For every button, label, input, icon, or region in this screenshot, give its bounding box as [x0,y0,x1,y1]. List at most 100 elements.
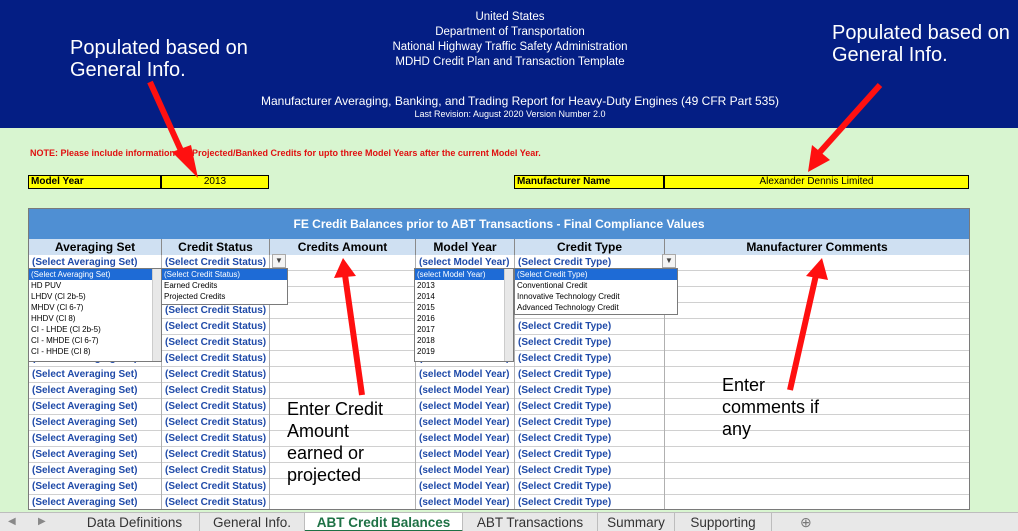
credit-type-cell[interactable]: (Select Credit Type) [515,431,665,447]
dropdown-option[interactable]: CI - HHDE (Cl 8) [29,346,161,357]
averaging-set-cell[interactable]: (Select Averaging Set) [29,431,162,447]
manufacturer-value[interactable]: Alexander Dennis Limited [664,175,969,189]
credit-status-cell[interactable]: (Select Credit Status) [162,495,270,509]
credit-status-cell[interactable]: (Select Credit Status) [162,463,270,479]
dropdown-option[interactable]: HD PUV [29,280,161,291]
averaging-set-cell[interactable]: (Select Averaging Set) [29,415,162,431]
credit-status-cell[interactable]: (Select Credit Status) [162,335,270,351]
dropdown-option[interactable]: 2019 [415,346,513,357]
credit-type-cell[interactable]: (Select Credit Type) [515,447,665,463]
credits-amount-cell[interactable] [270,255,416,271]
credit-type-cell[interactable]: (Select Credit Type) [515,335,665,351]
credits-amount-cell[interactable] [270,303,416,319]
model-year-cell[interactable]: (select Model Year) [416,495,515,509]
credit-status-cell[interactable]: (Select Credit Status) [162,319,270,335]
averaging-set-cell[interactable]: (Select Averaging Set) [29,399,162,415]
model-year-dropdown[interactable]: (select Model Year) 2013 2014 2015 2016 2017 2… [414,268,514,362]
model-year-cell[interactable]: (select Model Year) [416,415,515,431]
credit-type-cell[interactable]: (Select Credit Type) [515,399,665,415]
tab-abt-transactions[interactable]: ABT Transactions [463,513,598,531]
model-year-cell[interactable]: (select Model Year) [416,463,515,479]
dropdown-option[interactable]: (select Model Year) [415,269,513,280]
credits-amount-cell[interactable] [270,271,416,287]
credits-amount-cell[interactable] [270,319,416,335]
dropdown-option[interactable]: CI - LHDE (Cl 2b-5) [29,324,161,335]
dropdown-option[interactable]: 2014 [415,291,513,302]
credit-type-cell[interactable]: (Select Credit Type) [515,383,665,399]
dropdown-option[interactable]: 2016 [415,313,513,324]
tab-summary[interactable]: Summary [598,513,675,531]
dropdown-option[interactable]: CI - MHDE (Cl 6-7) [29,335,161,346]
dropdown-option[interactable]: Earned Credits [162,280,287,291]
comments-cell[interactable] [665,495,969,509]
dropdown-option[interactable]: MHDV (Cl 6-7) [29,302,161,313]
dropdown-option[interactable]: (Select Averaging Set) [29,269,161,280]
comments-cell[interactable] [665,351,969,367]
nav-arrow-icon[interactable]: ◀ [8,516,16,527]
comments-cell[interactable] [665,287,969,303]
dropdown-option[interactable]: (Select Credit Type) [515,269,677,280]
dropdown-option[interactable]: Innovative Technology Credit [515,291,677,302]
credits-amount-cell[interactable] [270,367,416,383]
model-year-cell[interactable]: (select Model Year) [416,383,515,399]
credits-amount-cell[interactable] [270,383,416,399]
dropdown-option[interactable]: Conventional Credit [515,280,677,291]
credit-type-dropdown[interactable]: (Select Credit Type) Conventional Credit I… [514,268,678,315]
dropdown-option[interactable]: HHDV (Cl 8) [29,313,161,324]
dropdown-arrow-icon[interactable]: ▼ [662,254,676,268]
model-year-value[interactable]: 2013 [161,175,269,189]
credit-status-cell[interactable]: (Select Credit Status) [162,479,270,495]
tab-general-info[interactable]: General Info. [200,513,305,531]
credit-status-cell[interactable]: (Select Credit Status) [162,303,270,319]
averaging-set-dropdown[interactable]: (Select Averaging Set) HD PUV LHDV (Cl 2b-… [28,268,162,362]
averaging-set-cell[interactable]: (Select Averaging Set) [29,383,162,399]
comments-cell[interactable] [665,479,969,495]
credit-type-cell[interactable]: (Select Credit Type) [515,415,665,431]
nav-arrow-icon[interactable]: ▶ [38,516,46,527]
comments-cell[interactable] [665,271,969,287]
dropdown-option[interactable]: 2013 [415,280,513,291]
dropdown-option[interactable]: Advanced Technology Credit [515,302,677,313]
dropdown-option[interactable]: 2017 [415,324,513,335]
model-year-cell[interactable]: (select Model Year) [416,447,515,463]
dropdown-option[interactable]: LHDV (Cl 2b-5) [29,291,161,302]
credit-type-cell[interactable]: (Select Credit Type) [515,479,665,495]
credit-status-cell[interactable]: (Select Credit Status) [162,351,270,367]
averaging-set-cell[interactable]: (Select Averaging Set) [29,367,162,383]
comments-cell[interactable] [665,447,969,463]
credit-type-cell[interactable]: (Select Credit Type) [515,319,665,335]
dropdown-scrollbar[interactable] [504,269,513,361]
model-year-cell[interactable]: (select Model Year) [416,479,515,495]
add-sheet-icon[interactable]: ⊕ [800,513,812,531]
averaging-set-cell[interactable]: (Select Averaging Set) [29,479,162,495]
credit-type-cell[interactable]: (Select Credit Type) [515,463,665,479]
comments-cell[interactable] [665,463,969,479]
dropdown-arrow-icon[interactable]: ▼ [272,254,286,268]
comments-cell[interactable] [665,319,969,335]
dropdown-option[interactable]: 2018 [415,335,513,346]
credit-status-dropdown[interactable]: (Select Credit Status) Earned Credits Proj… [161,268,288,305]
tab-abt-credit-balances[interactable]: ABT Credit Balances [305,513,463,531]
dropdown-option[interactable]: 2015 [415,302,513,313]
averaging-set-cell[interactable]: (Select Averaging Set) [29,447,162,463]
averaging-set-cell[interactable]: (Select Averaging Set) [29,463,162,479]
comments-cell[interactable] [665,303,969,319]
credit-status-cell[interactable]: (Select Credit Status) [162,431,270,447]
averaging-set-cell[interactable]: (Select Averaging Set) [29,495,162,509]
model-year-cell[interactable]: (select Model Year) [416,399,515,415]
credit-status-cell[interactable]: (Select Credit Status) [162,367,270,383]
comments-cell[interactable] [665,255,969,271]
credits-amount-cell[interactable] [270,351,416,367]
credits-amount-cell[interactable] [270,287,416,303]
dropdown-option[interactable]: Projected Credits [162,291,287,302]
comments-cell[interactable] [665,335,969,351]
model-year-cell[interactable]: (select Model Year) [416,431,515,447]
dropdown-option[interactable]: (Select Credit Status) [162,269,287,280]
dropdown-scrollbar[interactable] [152,269,161,361]
credit-status-cell[interactable]: (Select Credit Status) [162,383,270,399]
tab-data-definitions[interactable]: Data Definitions [70,513,200,531]
credits-amount-cell[interactable] [270,335,416,351]
tab-supporting[interactable]: Supporting [675,513,772,531]
credit-type-cell[interactable]: (Select Credit Type) [515,351,665,367]
credit-type-cell[interactable]: (Select Credit Type) [515,367,665,383]
